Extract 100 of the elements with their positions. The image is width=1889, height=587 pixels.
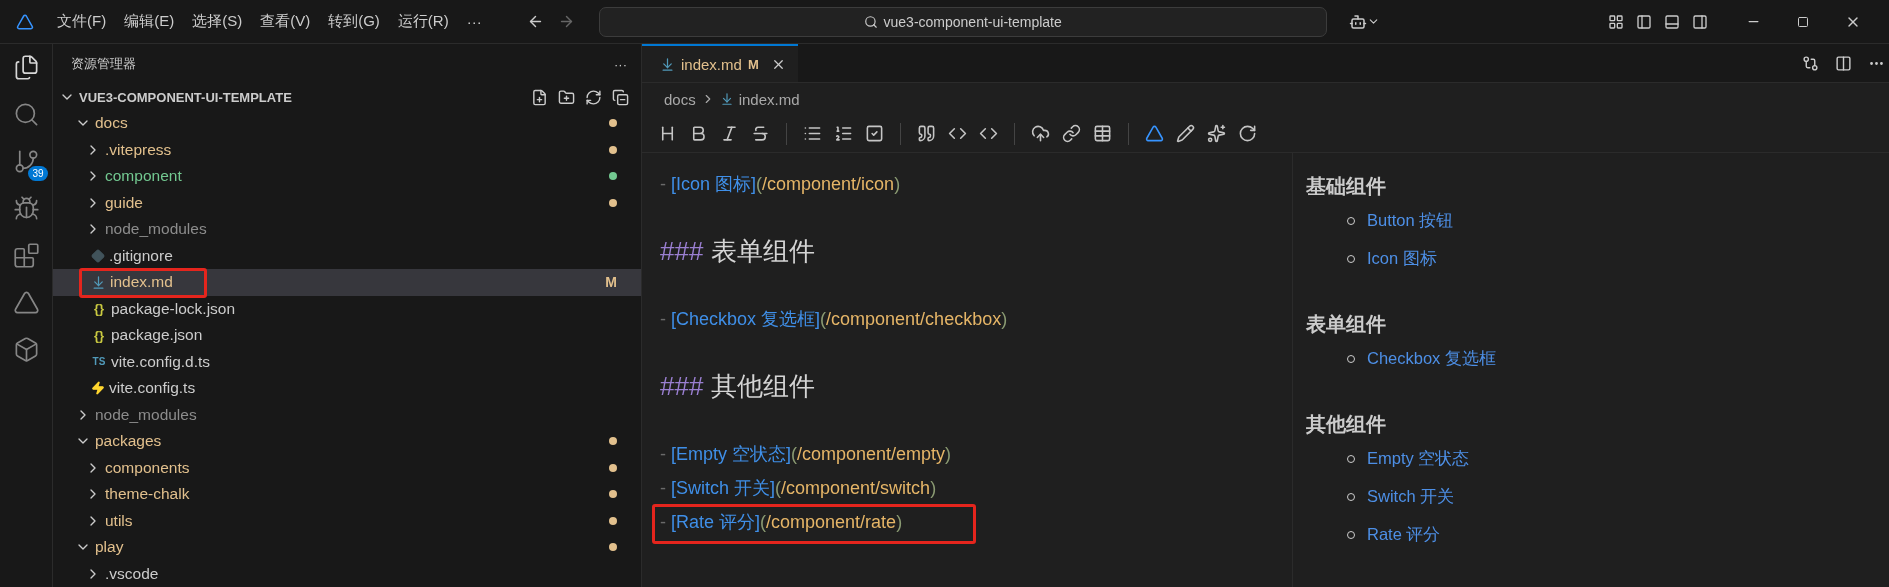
tree-item[interactable]: component xyxy=(53,163,641,190)
tree-item[interactable]: .vscode xyxy=(53,560,641,587)
preview-link[interactable]: Rate 评分 xyxy=(1367,524,1441,546)
markdown-icon xyxy=(91,274,106,290)
file-name: theme-chalk xyxy=(105,485,190,504)
link-icon[interactable] xyxy=(1062,124,1081,143)
tab-label: index.md xyxy=(681,55,742,73)
refresh-icon[interactable] xyxy=(585,88,602,106)
menu-item[interactable]: 转到(G) xyxy=(319,12,389,31)
split-icon[interactable] xyxy=(1835,54,1852,72)
strikethrough-icon[interactable] xyxy=(751,124,770,143)
menu-item[interactable]: 运行(R) xyxy=(388,12,458,31)
tree-item[interactable]: TS vite.config.d.ts xyxy=(53,348,641,375)
pencil-icon[interactable] xyxy=(1176,124,1195,143)
diamond-icon xyxy=(91,248,105,263)
file-name: components xyxy=(105,458,190,477)
table-icon[interactable] xyxy=(1093,124,1112,143)
new-folder-icon[interactable] xyxy=(558,88,575,106)
menu-item[interactable]: 选择(S) xyxy=(183,12,252,31)
preview-link[interactable]: Icon 图标 xyxy=(1367,248,1437,270)
tree-item[interactable]: {} package.json xyxy=(53,322,641,349)
tree-item[interactable]: node_modules xyxy=(53,401,641,428)
markdown-icon xyxy=(719,92,734,106)
code-line: - [Empty 空状态](/component/empty) xyxy=(660,443,952,467)
tree-item[interactable]: {} package-lock.json xyxy=(53,295,641,322)
restore-icon[interactable] xyxy=(1796,15,1809,28)
tree-item[interactable]: theme-chalk xyxy=(53,481,641,508)
bullet-list-icon[interactable] xyxy=(803,124,822,143)
preview-link[interactable]: Checkbox 复选框 xyxy=(1367,348,1496,370)
file-name: package.json xyxy=(111,326,203,345)
file-name: vite.config.d.ts xyxy=(111,352,211,371)
new-file-icon[interactable] xyxy=(531,88,548,106)
triangle-icon[interactable] xyxy=(12,289,40,316)
italic-icon[interactable] xyxy=(720,124,739,143)
preview-link[interactable]: Button 按钮 xyxy=(1367,210,1454,232)
upload-icon[interactable] xyxy=(1031,124,1050,143)
breadcrumb-item[interactable]: docs xyxy=(664,90,696,108)
preview-link[interactable]: Empty 空状态 xyxy=(1367,448,1470,470)
file-name: play xyxy=(95,538,124,557)
panel-left-icon[interactable] xyxy=(1635,13,1652,30)
file-name: index.md xyxy=(110,273,173,292)
editor-tab[interactable]: index.md M xyxy=(642,44,798,82)
quote-icon[interactable] xyxy=(917,124,936,143)
tree-item[interactable]: guide xyxy=(53,189,641,216)
more-menu[interactable]: ··· xyxy=(457,13,491,30)
modified-label: M xyxy=(747,56,759,72)
tree-item[interactable]: packages xyxy=(53,428,641,455)
heading-line: ### 其他组件 xyxy=(659,370,816,404)
tree-item[interactable]: play xyxy=(53,534,641,561)
checkbox-icon[interactable] xyxy=(865,124,884,143)
breadcrumb-item[interactable]: index.md xyxy=(738,90,800,108)
preview-link[interactable]: Switch 开关 xyxy=(1367,486,1455,508)
modified-label: M xyxy=(605,274,617,291)
json-icon: {} xyxy=(91,301,107,317)
file-name: docs xyxy=(95,114,128,133)
menu-item[interactable]: 文件(F) xyxy=(48,12,116,31)
numbered-list-icon[interactable] xyxy=(834,124,853,143)
file-name: utils xyxy=(105,511,133,530)
panel-right-icon[interactable] xyxy=(1691,13,1708,30)
search-icon xyxy=(863,14,878,29)
bolt-icon xyxy=(91,381,105,396)
tree-item[interactable]: .gitignore xyxy=(53,242,641,269)
logo-icon[interactable] xyxy=(1145,124,1164,143)
extensions-icon[interactable] xyxy=(12,242,40,269)
code-line: - [Rate 评分](/component/rate) xyxy=(660,510,903,534)
tree-item[interactable]: utils xyxy=(53,507,641,534)
collapse-icon[interactable] xyxy=(612,88,629,106)
tree-item[interactable]: .vitepress xyxy=(53,136,641,163)
preview-heading: 其他组件 xyxy=(1306,411,1387,437)
search-field[interactable]: vue3-component-ui-template xyxy=(598,6,1327,37)
menu-item[interactable]: 编辑(E) xyxy=(115,12,184,31)
tree-item[interactable]: vite.config.ts xyxy=(53,375,641,402)
tree-item[interactable]: docs xyxy=(53,110,641,137)
debug-icon[interactable] xyxy=(12,195,40,222)
code-line: - [Checkbox 复选框](/component/checkbox) xyxy=(660,308,1008,332)
sparkles-icon[interactable] xyxy=(1207,124,1226,143)
code-line: - [Switch 开关](/component/switch) xyxy=(660,477,937,501)
compare-icon[interactable] xyxy=(1802,54,1819,72)
project-title[interactable]: VUE3-COMPONENT-UI-TEMPLATE xyxy=(79,89,292,105)
json-icon: {} xyxy=(91,327,107,343)
file-name: packages xyxy=(95,432,162,451)
tree-item[interactable]: components xyxy=(53,454,641,481)
file-name: package-lock.json xyxy=(111,299,236,318)
refresh-icon[interactable] xyxy=(1238,124,1257,143)
heading-line: ### 表单组件 xyxy=(659,235,816,268)
typescript-icon: TS xyxy=(91,356,107,368)
file-name: vite.config.ts xyxy=(109,379,196,398)
panel-bottom-icon[interactable] xyxy=(1663,13,1680,30)
layout-icon[interactable] xyxy=(1607,13,1624,30)
file-name: node_modules xyxy=(95,405,197,424)
file-name: .gitignore xyxy=(109,246,173,265)
preview-heading: 表单组件 xyxy=(1306,311,1387,337)
more-menu[interactable]: ··· xyxy=(614,56,627,72)
file-name: node_modules xyxy=(105,220,207,239)
file-name: .vitepress xyxy=(105,140,172,159)
file-name: component xyxy=(105,167,182,186)
robot-icon[interactable] xyxy=(1348,12,1367,31)
menu-item[interactable]: 查看(V) xyxy=(251,12,320,31)
tree-item[interactable]: node_modules xyxy=(53,216,641,243)
tree-item[interactable]: index.md M xyxy=(53,269,641,296)
